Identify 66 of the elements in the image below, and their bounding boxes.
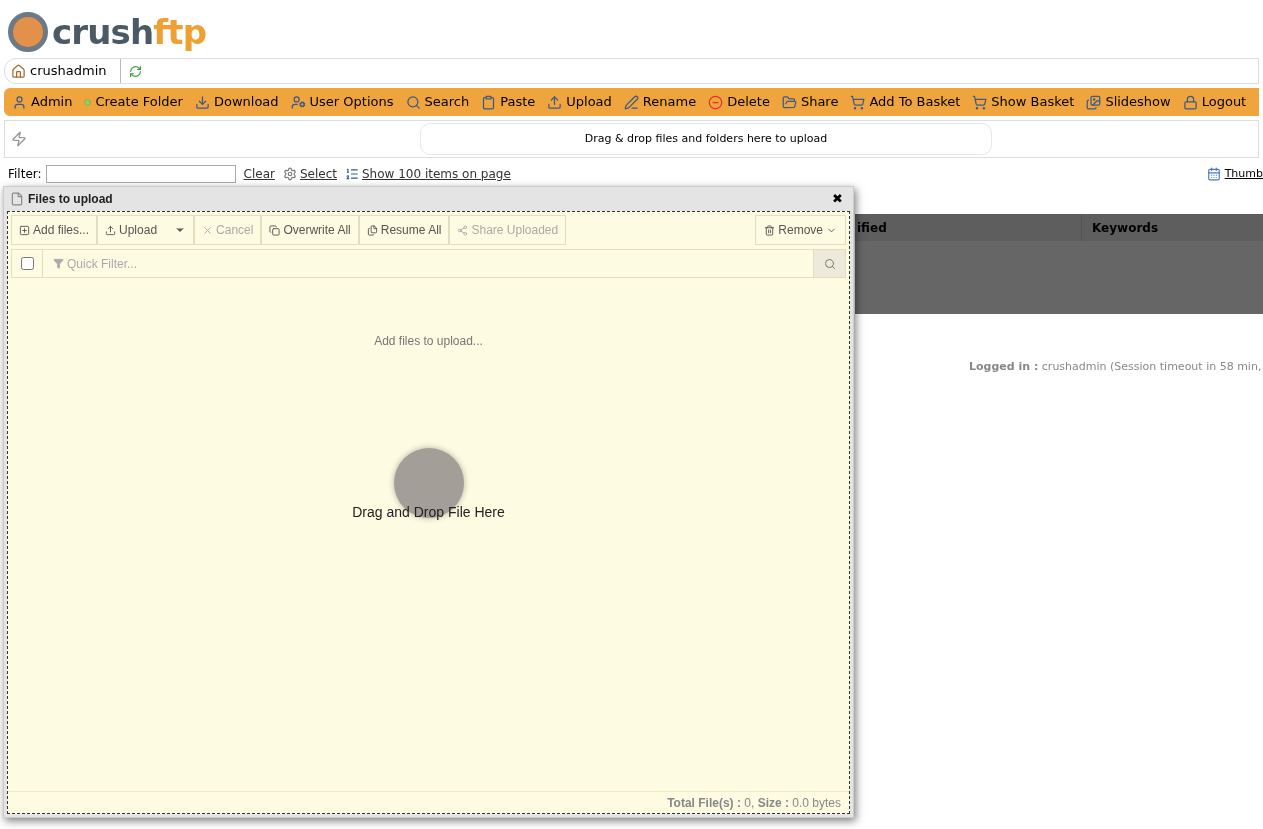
toolbar-button[interactable]: Paste (481, 92, 536, 112)
filter-field[interactable] (45, 165, 236, 183)
login-status: Logged in : crushadmin (Session timeout in 58 min, (969, 360, 1262, 373)
empty-message: Add files to upload... (374, 333, 483, 350)
toolbar-button[interactable]: Upload (547, 92, 612, 112)
filter-link[interactable]: Clear (243, 165, 275, 183)
list-icon (345, 167, 359, 181)
filter-link[interactable]: Select (282, 165, 337, 183)
toolbar-button[interactable]: Show Basket (972, 92, 1075, 112)
toolbar-button[interactable]: Slideshow (1086, 92, 1171, 112)
remove-button[interactable]: Remove (755, 215, 846, 245)
close-button[interactable]: ✖ (832, 189, 843, 209)
files-icon (366, 224, 378, 236)
cart-icon (850, 94, 866, 110)
dialog-toolbar-button[interactable]: Overwrite All (261, 215, 359, 245)
lightning-icon (11, 131, 27, 147)
person-icon (12, 94, 27, 110)
toolbar-button[interactable]: Logout (1182, 92, 1247, 112)
toolbar-button[interactable]: Search (405, 92, 470, 112)
dot-icon (84, 98, 92, 106)
home-breadcrumb[interactable]: crushadmin (5, 59, 122, 83)
plus-square-icon (19, 224, 30, 236)
upload-icon (547, 94, 563, 110)
minus-circle-icon (708, 94, 724, 110)
dialog-toolbar-button[interactable]: Upload (97, 215, 195, 245)
thumbnail-link[interactable]: Thumb (1206, 165, 1263, 183)
filter-link[interactable]: Show 100 items on page (345, 165, 511, 183)
toolbar-button[interactable]: Add To Basket (850, 92, 961, 112)
folder-icon (781, 94, 797, 110)
drop-zone[interactable]: Drag & drop files and folders here to upload (420, 123, 992, 155)
logo-icon (8, 12, 48, 52)
toolbar-button[interactable]: Create Folder (84, 92, 183, 112)
search-icon (823, 257, 836, 270)
search-icon (405, 94, 421, 110)
filter-icon (53, 258, 64, 269)
search-button[interactable] (813, 249, 846, 278)
copy-icon (269, 224, 281, 236)
file-icon (10, 192, 24, 206)
upload-summary: Total File(s) : 0, Size : 0.0 bytes (667, 794, 841, 812)
pen-icon (623, 94, 639, 110)
home-icon (11, 63, 26, 79)
quick-filter-field[interactable]: Quick Filter... (43, 249, 813, 278)
trash-icon (764, 224, 776, 236)
lock-icon (1182, 94, 1198, 110)
toolbar-button[interactable]: Share (781, 92, 839, 112)
download-icon (194, 94, 210, 110)
gear-icon (282, 167, 297, 181)
dialog-title: Files to upload (28, 191, 113, 208)
toolbar-button[interactable]: Download (194, 92, 279, 112)
close-icon (202, 224, 214, 236)
images-icon (1086, 94, 1102, 110)
dialog-toolbar-button[interactable]: Resume All (358, 215, 450, 245)
clipboard-icon (481, 94, 497, 110)
share-icon (457, 224, 469, 236)
toolbar-button[interactable]: Rename (623, 92, 697, 112)
dialog-toolbar-button[interactable]: Add files... (11, 215, 98, 245)
drop-hint: Drag and Drop File Here (352, 503, 505, 522)
filter-label: Filter: (8, 166, 42, 183)
cart-icon (972, 94, 988, 110)
toolbar-button[interactable]: User Options (290, 92, 394, 112)
toolbar-button[interactable]: Delete (708, 92, 770, 112)
refresh-icon[interactable] (129, 64, 143, 78)
logo: crushftp (52, 15, 207, 49)
toolbar-button[interactable]: Admin (12, 92, 73, 112)
select-all-checkbox[interactable] (20, 257, 34, 270)
upload-icon (105, 224, 117, 236)
